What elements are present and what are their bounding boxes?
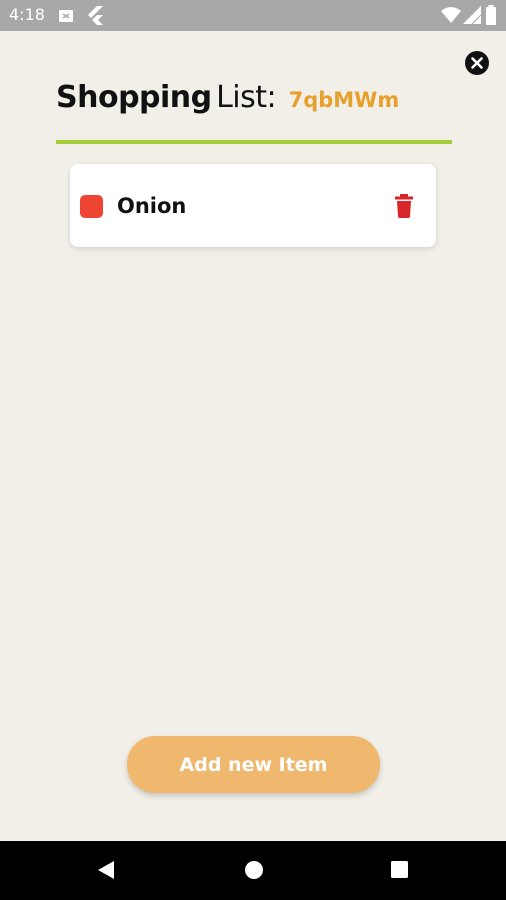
page-title: Shopping List: 7qbMWm xyxy=(56,80,399,120)
battery-icon xyxy=(485,5,497,30)
status-bar: 4:18 xyxy=(0,0,506,31)
delete-item-button[interactable] xyxy=(394,194,414,218)
close-circle-icon xyxy=(465,51,489,75)
add-new-item-button[interactable]: Add new Item xyxy=(127,736,380,793)
item-checkbox[interactable] xyxy=(80,195,103,218)
item-name: Onion xyxy=(117,194,187,218)
trash-icon xyxy=(395,194,413,218)
back-button[interactable] xyxy=(97,860,115,885)
title-shopping: Shopping xyxy=(56,80,212,115)
back-icon xyxy=(98,861,114,879)
nav-bar xyxy=(0,841,506,900)
close-button[interactable] xyxy=(464,50,490,76)
home-button[interactable] xyxy=(244,860,264,885)
wifi-icon xyxy=(441,6,461,29)
flutter-icon xyxy=(86,6,104,31)
signal-icon xyxy=(463,6,482,29)
recents-icon xyxy=(391,861,408,878)
home-icon xyxy=(245,861,263,879)
title-list: List: xyxy=(216,80,277,115)
title-divider xyxy=(56,140,452,144)
screenshot-icon xyxy=(58,8,74,29)
list-code: 7qbMWm xyxy=(288,88,400,112)
list-item: Onion xyxy=(70,164,436,247)
status-time: 4:18 xyxy=(9,5,45,24)
recents-button[interactable] xyxy=(390,860,409,884)
